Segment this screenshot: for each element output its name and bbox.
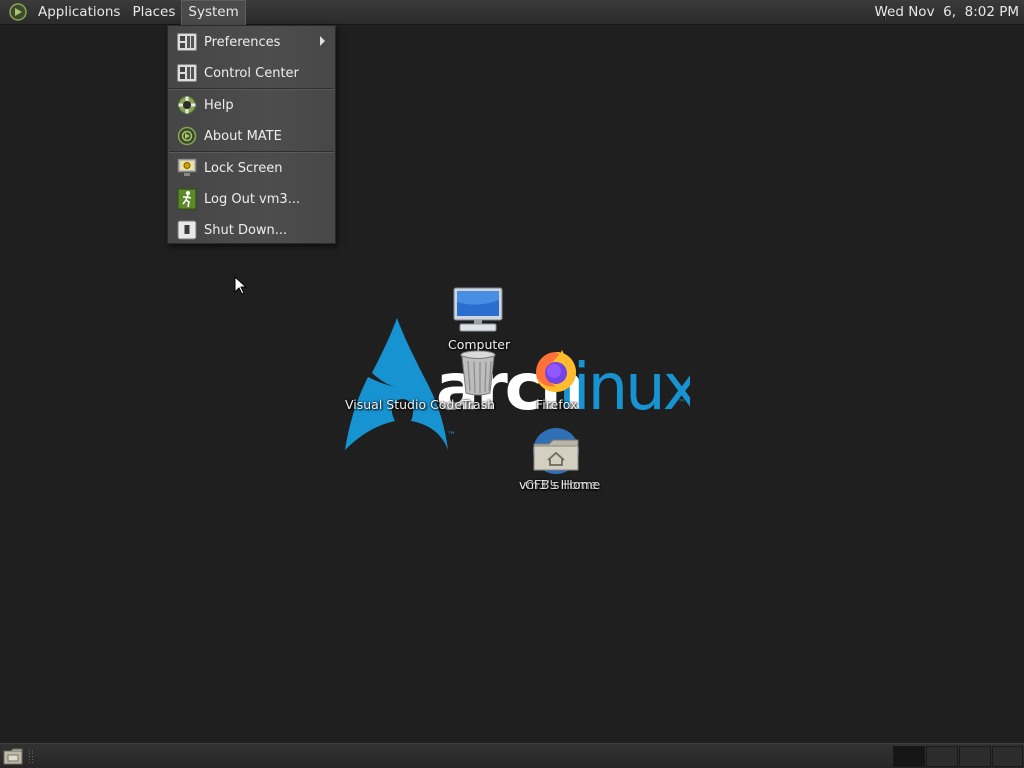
lock-screen-icon	[176, 157, 198, 179]
desktop-icon-firefox[interactable]	[532, 346, 580, 394]
applications-menu[interactable]: Applications	[32, 0, 126, 25]
top-panel: Applications Places System Wed Nov 6, 8:…	[0, 0, 1024, 25]
mouse-cursor-icon	[234, 276, 248, 295]
menu-item-label: Shut Down...	[204, 222, 288, 238]
home-folder-icon	[533, 428, 579, 474]
show-desktop-button[interactable]	[3, 748, 23, 765]
mate-logo-icon[interactable]	[8, 2, 28, 22]
system-menu[interactable]: System	[181, 0, 246, 25]
preferences-icon	[176, 31, 198, 53]
menu-item-label: About MATE	[204, 128, 282, 144]
menu-item-about-mate[interactable]: About MATE	[168, 121, 335, 151]
clock[interactable]: Wed Nov 6, 8:02 PM	[874, 0, 1019, 25]
menu-item-label: Help	[204, 97, 234, 113]
panel-drag-handle[interactable]	[28, 749, 34, 764]
firefox-icon	[536, 350, 576, 392]
mate-logo-icon	[176, 125, 198, 147]
menu-item-label: Preferences	[204, 34, 281, 50]
menu-item-help[interactable]: Help	[168, 90, 335, 120]
desktop-icon-vscode[interactable]: Visual Studio Code	[345, 397, 462, 412]
trademark-symbol: ™	[447, 431, 456, 441]
desktop-icon-label: CFB's Home	[525, 477, 601, 492]
trademark-symbol: ™	[678, 398, 686, 407]
desktop-icon-home[interactable]	[531, 426, 581, 476]
bottom-panel	[0, 743, 1024, 768]
menu-item-preferences[interactable]: Preferences	[168, 27, 335, 57]
menu-item-label: Lock Screen	[204, 160, 283, 176]
workspace-4[interactable]	[992, 746, 1023, 767]
computer-icon	[453, 287, 503, 332]
workspace-1[interactable]	[893, 746, 925, 767]
trash-icon	[460, 350, 496, 396]
shut-down-icon	[176, 219, 198, 241]
desktop-icon-computer[interactable]	[452, 286, 504, 334]
show-desktop-icon	[3, 748, 23, 765]
desktop-icon-trash[interactable]	[458, 349, 498, 397]
menu-item-log-out[interactable]: Log Out vm3...	[168, 184, 335, 214]
menu-item-label: Control Center	[204, 65, 299, 81]
desktop-icon-label: Trash	[462, 397, 496, 412]
places-menu[interactable]: Places	[126, 0, 181, 25]
control-center-icon	[176, 62, 198, 84]
submenu-arrow-icon	[320, 36, 325, 46]
menu-item-label: Log Out vm3...	[204, 191, 301, 207]
menu-item-control-center[interactable]: Control Center	[168, 58, 335, 88]
arch-linux-wallpaper-logo: ™ arch linux ™	[345, 318, 690, 450]
log-out-icon	[176, 188, 198, 210]
menu-item-lock-screen[interactable]: Lock Screen	[168, 153, 335, 183]
workspace-3[interactable]	[959, 746, 991, 767]
system-dropdown-menu: Preferences Control Center Help About MA…	[167, 25, 336, 244]
menu-item-shut-down[interactable]: Shut Down...	[168, 215, 335, 245]
help-lifebuoy-icon	[176, 94, 198, 116]
desktop-icon-label: Firefox	[536, 397, 578, 412]
workspace-2[interactable]	[926, 746, 958, 767]
